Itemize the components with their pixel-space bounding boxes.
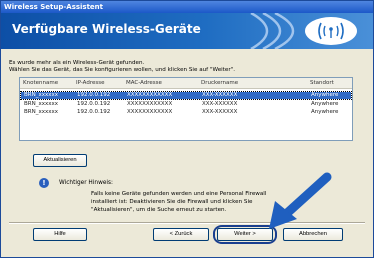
cell-ip: 192.0.0.192 [77, 101, 111, 107]
cell-mac: XXXXXXXXXXXX [127, 92, 173, 98]
back-button[interactable]: < Zurück [153, 228, 209, 241]
column-header[interactable]: Knotenname [23, 80, 58, 86]
divider [9, 222, 365, 224]
title-bar: Wireless Setup-Assistent [1, 1, 373, 13]
cancel-button[interactable]: Abbrechen [283, 228, 343, 241]
column-header[interactable]: MAC-Adresse [126, 80, 162, 86]
hint-text-1: Falls keine Geräte gefunden werden und e… [91, 191, 267, 197]
setup-window: Wireless Setup-Assistent Verfügbare Wire… [0, 0, 374, 258]
list-row[interactable]: BRN_xxxxxx 192.0.0.192 XXXXXXXXXXXX XXX-… [21, 109, 351, 116]
refresh-button[interactable]: Aktualisieren [33, 154, 87, 167]
device-list[interactable]: Knotenname IP-Adresse MAC-Adresse Drucke… [19, 77, 353, 141]
intro-text-2: Wählen Sie das Gerät, das Sie konfigurie… [9, 67, 235, 73]
cell-mac: XXXXXXXXXXXX [127, 101, 173, 107]
cell-printer: XXX-XXXXXX [202, 92, 238, 98]
hint-text-3: "Aktualisieren", um die Suche erneut zu … [91, 207, 227, 213]
help-button[interactable]: Hilfe [33, 228, 87, 241]
header-banner: Verfügbare Wireless-Geräte [1, 13, 373, 49]
cell-mac: XXXXXXXXXXXX [127, 109, 173, 115]
cell-node: BRN_xxxxxx [24, 101, 58, 107]
cell-location: Anywhere [311, 101, 339, 107]
info-icon: ! [39, 178, 49, 188]
column-header[interactable]: IP-Adresse [76, 80, 104, 86]
next-button[interactable]: Weiter > [217, 228, 273, 241]
cell-location: Anywhere [311, 92, 339, 98]
hint-text-2: installiert ist: Deaktivieren Sie die Fi… [91, 199, 253, 205]
cell-ip: 192.0.0.192 [77, 109, 111, 115]
window-title: Wireless Setup-Assistent [4, 3, 104, 11]
list-row[interactable]: BRN_xxxxxx 192.0.0.192 XXXXXXXXXXXX XXX-… [21, 101, 351, 108]
cell-node: BRN_xxxxxx [24, 109, 58, 115]
list-header: Knotenname IP-Adresse MAC-Adresse Drucke… [20, 78, 352, 89]
cell-location: Anywhere [311, 109, 339, 115]
cell-printer: XXX-XXXXXX [202, 101, 238, 107]
intro-text-1: Es wurde mehr als ein Wireless-Gerät gef… [9, 60, 145, 66]
cell-node: BRN_xxxxxx [24, 92, 58, 98]
list-row-selected[interactable]: BRN_xxxxxx 192.0.0.192 XXXXXXXXXXXX XXX-… [20, 91, 352, 100]
cell-printer: XXX-XXXXXX [202, 109, 238, 115]
page-title: Verfügbare Wireless-Geräte [12, 22, 201, 36]
column-header[interactable]: Standort [310, 80, 334, 86]
hint-title: Wichtiger Hinweis: [59, 180, 113, 186]
cell-ip: 192.0.0.192 [77, 92, 111, 98]
column-header[interactable]: Druckername [201, 80, 238, 86]
